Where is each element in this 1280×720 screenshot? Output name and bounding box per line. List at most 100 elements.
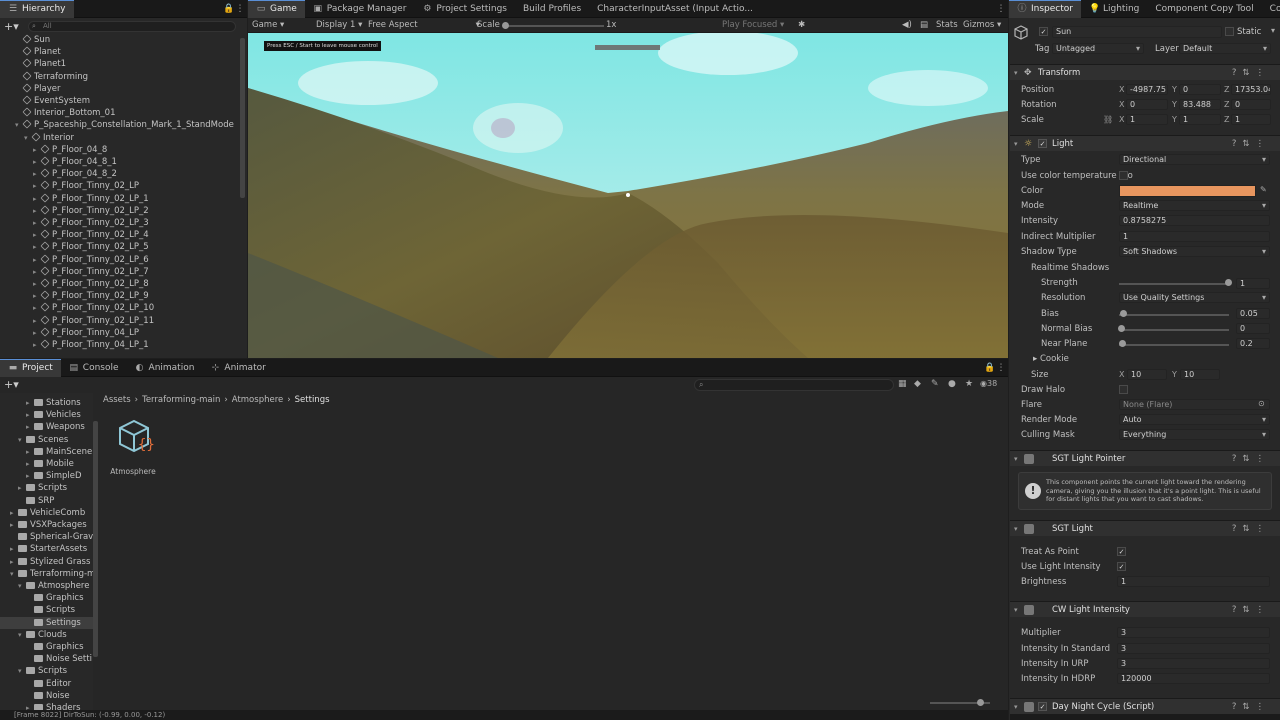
hierarchy-item[interactable]: ▸ P_Floor_Tinny_02_LP_4 <box>0 229 149 241</box>
hierarchy-item[interactable]: ▸ P_Floor_Tinny_02_LP_9 <box>0 290 149 302</box>
active-checkbox[interactable]: ✓ <box>1039 27 1048 36</box>
tag-icon[interactable]: ✎ <box>931 379 939 389</box>
fold-arrow-icon[interactable]: ▾ <box>1014 140 1024 148</box>
add-icon[interactable]: +▾ <box>4 20 19 33</box>
light-row-field[interactable]: 1 <box>1119 231 1270 242</box>
hierarchy-item[interactable]: ▸ P_Floor_Tinny_02_LP_1 <box>0 193 149 205</box>
project-tree-scrollbar[interactable] <box>93 421 98 657</box>
tab-project[interactable]: ▬ Project <box>0 358 61 377</box>
tab-lighting[interactable]: 💡 Lighting <box>1081 0 1147 18</box>
position-x-field[interactable]: -4987.75 <box>1126 84 1168 95</box>
collapse-arrow-icon[interactable]: ▸ <box>26 446 34 458</box>
tab-game[interactable]: ▭ Game <box>248 0 305 18</box>
collapse-arrow-icon[interactable]: ▸ <box>26 458 34 470</box>
asset-atmosphere[interactable]: {} Atmosphere <box>106 417 160 477</box>
tab-hierarchy[interactable]: ☰ Hierarchy <box>0 0 74 18</box>
folder-item[interactable]: ▸ Stylized Grass S <box>0 556 93 568</box>
favorite-icon[interactable]: ★ <box>965 379 973 389</box>
fold-arrow-icon[interactable]: ▾ <box>1014 606 1024 614</box>
stats-button[interactable]: Stats <box>936 20 958 30</box>
tag-dropdown[interactable]: Untagged <box>1052 43 1144 54</box>
light-row-dropdown[interactable]: Realtime <box>1119 200 1270 211</box>
collapse-arrow-icon[interactable]: ▸ <box>26 470 34 482</box>
folder-item[interactable]: ▾ Scenes <box>0 434 93 446</box>
collapse-arrow-icon[interactable]: ▸ <box>33 327 41 339</box>
expand-arrow-icon[interactable]: ▾ <box>18 434 26 446</box>
intensity-standard-field[interactable]: 3 <box>1117 643 1270 654</box>
tab-col[interactable]: Col <box>1262 0 1280 18</box>
folder-item[interactable]: ▸ Shaders <box>0 702 93 710</box>
color-temperature-checkbox[interactable] <box>1119 171 1128 180</box>
component-menu-icons[interactable]: ?⇅⋮ <box>1232 68 1270 78</box>
collapse-arrow-icon[interactable]: ▸ <box>33 278 41 290</box>
collapse-arrow-icon[interactable]: ▸ <box>33 339 41 351</box>
game-view[interactable]: Press ESC / Start to leave mouse control <box>248 33 1008 358</box>
hierarchy-item[interactable]: EventSystem <box>0 95 90 107</box>
folder-item[interactable]: ▾ Terraforming-m <box>0 568 93 580</box>
folder-item[interactable]: SRP <box>0 495 93 507</box>
expand-arrow-icon[interactable]: ▾ <box>18 665 26 677</box>
component-menu-icons[interactable]: ?⇅⋮ <box>1232 454 1270 464</box>
aspect-dropdown[interactable]: Free Aspect ▾ <box>368 20 480 30</box>
light-row-dropdown[interactable]: Directional <box>1119 154 1270 165</box>
normal-bias-knob[interactable] <box>1118 325 1125 332</box>
fold-arrow-icon[interactable]: ▾ <box>1014 703 1024 711</box>
vsync-icon[interactable]: ▤ <box>920 20 928 30</box>
expand-arrow-icon[interactable]: ▾ <box>18 580 26 592</box>
day-night-cycle-header[interactable]: ▾ ✓ Day Night Cycle (Script) ?⇅⋮ <box>1010 698 1280 714</box>
brightness-field[interactable]: 1 <box>1117 576 1270 587</box>
strength-field[interactable]: 1 <box>1236 278 1270 289</box>
lock-icon[interactable]: 🔒 <box>984 363 995 373</box>
hierarchy-item[interactable]: Sun <box>0 34 50 46</box>
bias-field[interactable]: 0.05 <box>1236 308 1270 319</box>
game-mode-dropdown[interactable]: Game ▾ <box>252 20 284 30</box>
light-header[interactable]: ▾ ☼ ✓ Light ?⇅⋮ <box>1010 135 1280 151</box>
tab-package-manager[interactable]: ▣ Package Manager <box>305 0 415 18</box>
tab-console[interactable]: ▤ Console <box>61 359 127 377</box>
hierarchy-item[interactable]: ▸ P_Floor_Tinny_04_LP <box>0 327 139 339</box>
hierarchy-item[interactable]: ▾ P_Spaceship_Constellation_Mark_1_StandM… <box>0 119 234 131</box>
collapse-arrow-icon[interactable]: ▸ <box>10 556 18 568</box>
hierarchy-item[interactable]: ▸ P_Floor_Tinny_02_LP_3 <box>0 217 149 229</box>
link-icon[interactable]: ⛓ <box>1103 115 1113 124</box>
folder-item[interactable]: Spherical-Gravi <box>0 531 93 543</box>
hierarchy-item[interactable]: ▸ P_Floor_04_8_1 <box>0 156 117 168</box>
collapse-arrow-icon[interactable]: ▸ <box>33 290 41 302</box>
transform-header[interactable]: ▾ ✥ Transform ?⇅⋮ <box>1010 64 1280 80</box>
scale-slider[interactable] <box>504 25 604 27</box>
collapse-arrow-icon[interactable]: ▸ <box>33 180 41 192</box>
folder-item[interactable]: Noise <box>0 690 93 702</box>
hierarchy-item[interactable]: Interior_Bottom_01 <box>0 107 116 119</box>
sgt-light-header[interactable]: ▾ SGT Light ?⇅⋮ <box>1010 520 1280 536</box>
static-dropdown-icon[interactable]: ▾ <box>1271 26 1275 35</box>
folder-item[interactable]: ▸ VehicleComb <box>0 507 93 519</box>
intensity-urp-field[interactable]: 3 <box>1117 658 1270 669</box>
near-plane-slider[interactable] <box>1119 344 1229 346</box>
folder-item[interactable]: ▾ Scripts <box>0 665 93 677</box>
position-y-field[interactable]: 0 <box>1179 84 1221 95</box>
cookie-foldout[interactable]: ▸ Cookie <box>1033 354 1069 364</box>
hierarchy-scrollbar[interactable] <box>240 38 245 198</box>
normal-bias-field[interactable]: 0 <box>1236 323 1270 334</box>
eyedropper-icon[interactable]: ✎ <box>1260 185 1267 194</box>
bias-slider[interactable] <box>1119 314 1229 316</box>
folder-item[interactable]: Noise Setti <box>0 653 93 665</box>
component-menu-icons[interactable]: ?⇅⋮ <box>1232 139 1270 149</box>
hierarchy-item[interactable]: ▸ P_Floor_04_8_2 <box>0 168 117 180</box>
speaker-icon[interactable]: ◀) <box>902 20 912 30</box>
near-plane-knob[interactable] <box>1119 340 1126 347</box>
collapse-arrow-icon[interactable]: ▸ <box>10 519 18 531</box>
hierarchy-item[interactable]: Terraforming <box>0 71 88 83</box>
folder-item[interactable]: Scripts <box>0 604 93 616</box>
hierarchy-item[interactable]: Player <box>0 83 60 95</box>
hierarchy-item[interactable]: ▸ P_Floor_Tinny_02_LP_2 <box>0 205 149 217</box>
light-row-field[interactable]: 0.8758275 <box>1119 215 1270 226</box>
day-night-enabled-checkbox[interactable]: ✓ <box>1038 702 1047 711</box>
folder-item[interactable]: ▸ VSXPackages <box>0 519 93 531</box>
treat-as-point-checkbox[interactable]: ✓ <box>1117 547 1126 556</box>
collapse-arrow-icon[interactable]: ▸ <box>26 421 34 433</box>
tab-animator[interactable]: ⊹ Animator <box>202 359 273 377</box>
hierarchy-item[interactable]: ▸ P_Floor_Tinny_02_LP_10 <box>0 302 154 314</box>
hierarchy-item[interactable]: ▸ P_Floor_04_8 <box>0 144 107 156</box>
light-color-swatch[interactable] <box>1119 185 1256 197</box>
